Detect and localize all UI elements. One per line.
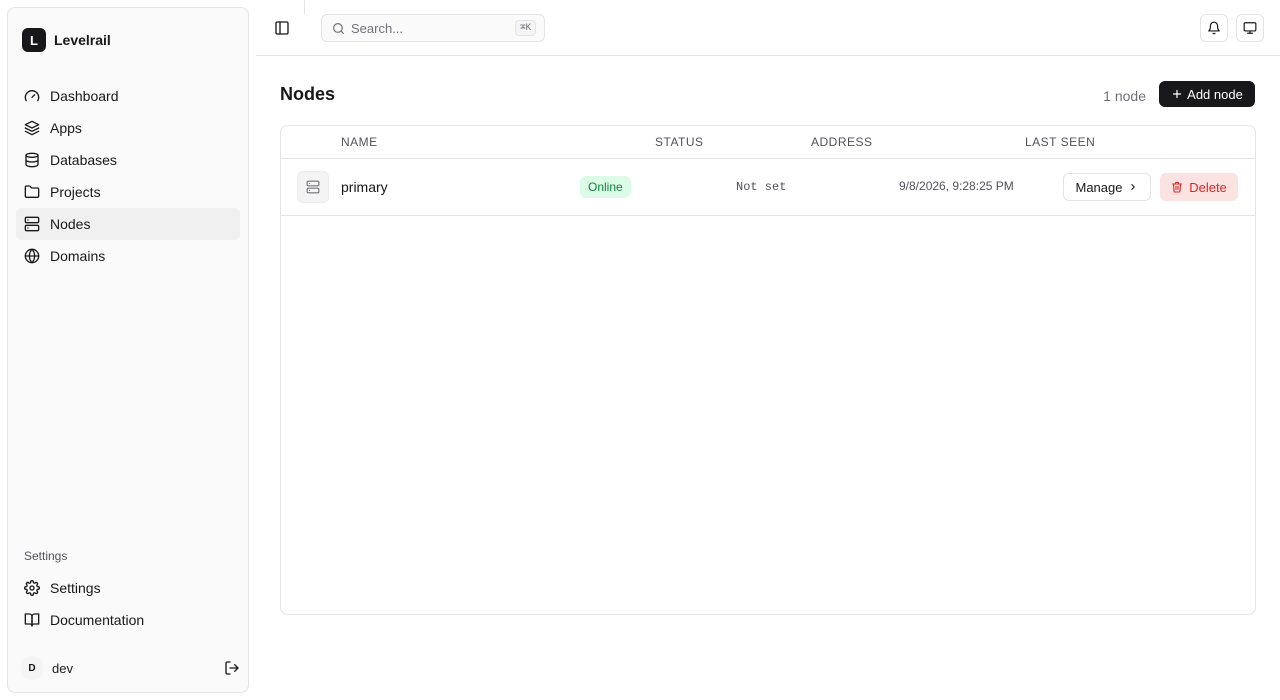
brand[interactable]: L Levelrail — [22, 28, 111, 52]
sidebar-item-label: Dashboard — [50, 88, 119, 104]
user-profile: D dev — [20, 656, 240, 680]
sidebar-item-label: Documentation — [50, 612, 145, 628]
sidebar-item-label: Nodes — [50, 216, 91, 232]
node-icon-tile — [297, 171, 329, 203]
gear-icon — [24, 580, 40, 596]
delete-button[interactable]: Delete — [1160, 173, 1238, 201]
sidebar: L Levelrail Dashboard Apps Databases Pro… — [7, 7, 249, 693]
column-header-address[interactable]: ADDRESS — [811, 135, 873, 149]
delete-label: Delete — [1189, 179, 1227, 195]
sidebar-item-label: Apps — [50, 120, 82, 136]
status-badge: Online — [580, 176, 631, 198]
book-icon — [24, 613, 40, 627]
search-box[interactable]: ⌘K — [321, 14, 545, 42]
monitor-icon — [1243, 22, 1257, 34]
sidebar-item-label: Settings — [50, 580, 101, 596]
node-address: Not set — [736, 180, 787, 194]
node-count: 1 node — [1103, 88, 1146, 104]
plus-icon — [1173, 89, 1182, 99]
logout-icon[interactable] — [224, 660, 240, 676]
globe-icon — [24, 248, 40, 264]
sidebar-item-domains[interactable]: Domains — [16, 240, 240, 272]
search-shortcut: ⌘K — [515, 20, 536, 36]
page-title: Nodes — [280, 84, 336, 104]
column-header-last-seen[interactable]: LAST SEEN — [1025, 135, 1095, 149]
sidebar-item-label: Databases — [50, 152, 117, 168]
chevron-right-icon — [1131, 184, 1136, 190]
sidebar-nav: Dashboard Apps Databases Projects Nodes … — [16, 80, 240, 272]
sidebar-item-databases[interactable]: Databases — [16, 144, 240, 176]
sidebar-item-projects[interactable]: Projects — [16, 176, 240, 208]
topbar: ⌘K — [256, 0, 1280, 56]
column-header-name[interactable]: NAME — [341, 135, 378, 149]
manage-label: Manage — [1075, 179, 1123, 195]
manage-button[interactable]: Manage — [1063, 173, 1151, 201]
app-root: L Levelrail Dashboard Apps Databases Pro… — [0, 0, 1280, 700]
sidebar-item-nodes[interactable]: Nodes — [16, 208, 240, 240]
display-button[interactable] — [1236, 14, 1264, 42]
sidebar-bottom-nav: Settings Documentation — [16, 572, 240, 636]
server-icon — [24, 216, 40, 232]
search-icon — [333, 22, 344, 34]
nodes-table: NAME STATUS ADDRESS LAST SEEN primary On… — [280, 125, 1256, 615]
brand-name: Levelrail — [54, 32, 111, 48]
node-last-seen: 9/8/2026, 9:28:25 PM — [899, 179, 1014, 193]
sidebar-item-apps[interactable]: Apps — [16, 112, 240, 144]
settings-section-label: Settings — [24, 549, 68, 563]
sidebar-item-label: Projects — [50, 184, 101, 200]
bell-icon — [1208, 21, 1220, 35]
gauge-icon — [24, 90, 40, 102]
table-header: NAME STATUS ADDRESS LAST SEEN — [281, 126, 1255, 159]
add-node-label: Add node — [1187, 86, 1243, 102]
sidebar-item-settings[interactable]: Settings — [16, 572, 240, 604]
database-icon — [25, 152, 39, 168]
search-input[interactable] — [351, 20, 501, 36]
avatar[interactable]: D — [20, 656, 44, 680]
sidebar-toggle-icon[interactable] — [274, 20, 290, 36]
folder-icon — [24, 185, 40, 198]
topbar-divider — [304, 0, 305, 14]
add-node-button[interactable]: Add node — [1159, 81, 1255, 107]
server-icon — [306, 180, 320, 194]
node-name[interactable]: primary — [341, 179, 388, 195]
brand-logo: L — [22, 28, 46, 52]
user-name: dev — [52, 660, 73, 676]
table-row[interactable]: primary Online Not set 9/8/2026, 9:28:25… — [281, 159, 1255, 216]
notifications-button[interactable] — [1200, 14, 1228, 42]
column-header-status[interactable]: STATUS — [655, 135, 704, 149]
sidebar-item-dashboard[interactable]: Dashboard — [16, 80, 240, 112]
sidebar-item-documentation[interactable]: Documentation — [16, 604, 240, 636]
trash-icon — [1172, 181, 1183, 193]
layers-icon — [24, 120, 40, 136]
sidebar-item-label: Domains — [50, 248, 106, 264]
